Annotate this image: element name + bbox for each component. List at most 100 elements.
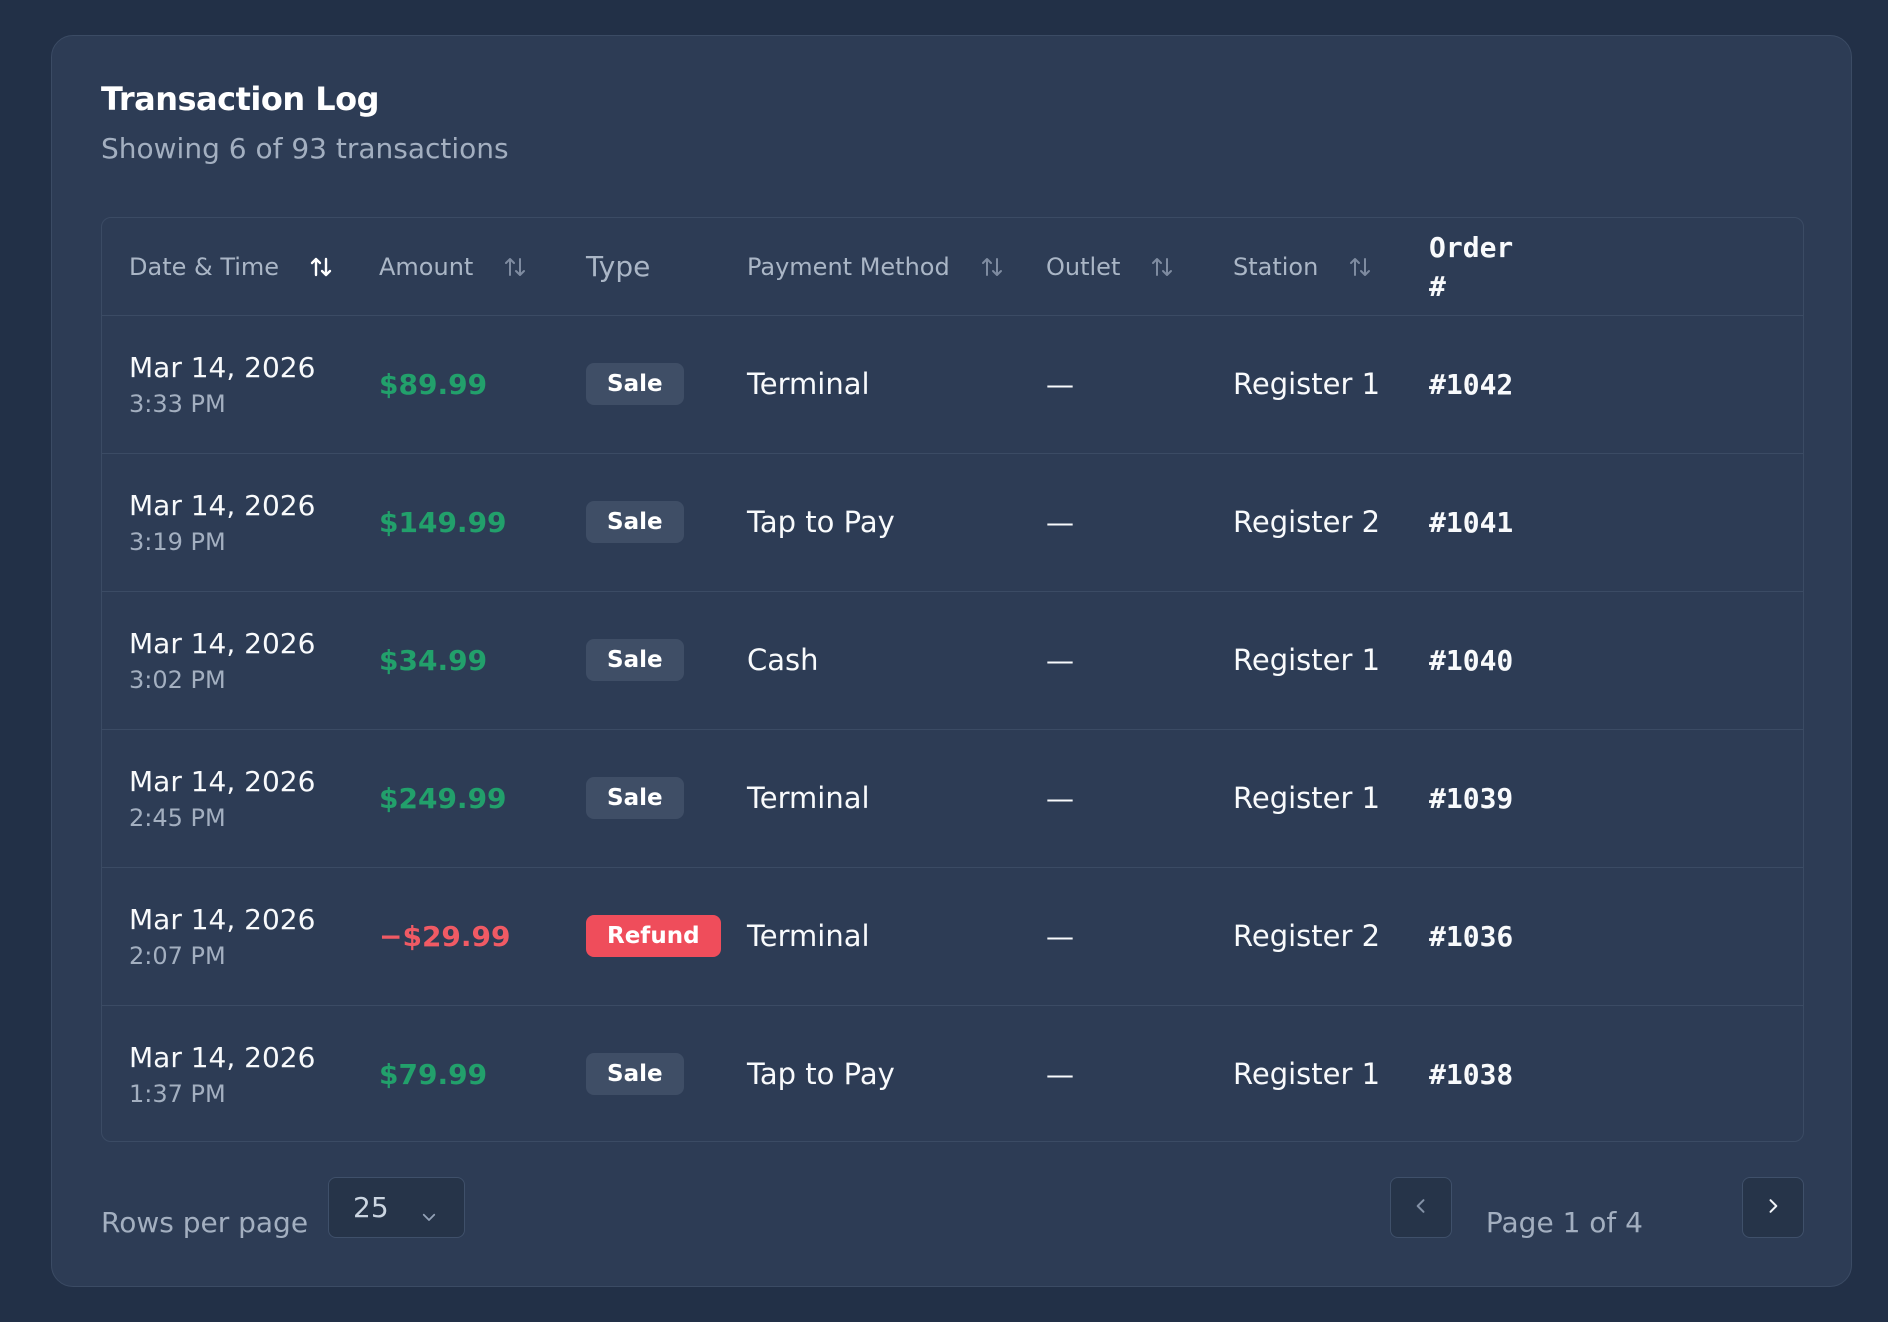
cell-date: Mar 14, 2026 <box>129 902 316 936</box>
column-label-type: Type <box>586 250 651 283</box>
sort-icon[interactable] <box>503 255 527 279</box>
cell-order: #1040 <box>1429 591 1513 729</box>
column-label-outlet: Outlet <box>1046 252 1121 281</box>
order-number: #1040 <box>1429 643 1514 677</box>
type-badge: Sale <box>586 501 684 543</box>
column-header-amount[interactable]: Amount <box>379 218 527 315</box>
cell-method: Terminal <box>747 315 870 453</box>
cell-station: Register 2 <box>1233 453 1380 591</box>
cell-outlet: — <box>1046 591 1074 729</box>
rows-per-page-value: 25 <box>353 1191 389 1224</box>
column-header-method[interactable]: Payment Method <box>747 218 1004 315</box>
cell-datetime: Mar 14, 2026 3:19 PM <box>129 453 315 591</box>
order-number: #1036 <box>1429 919 1514 953</box>
type-badge: Sale <box>586 639 684 681</box>
cell-datetime: Mar 14, 2026 3:02 PM <box>129 591 315 729</box>
cell-station: Register 1 <box>1233 1005 1381 1141</box>
outlet-value: — <box>1046 1057 1074 1091</box>
cell-station: Register 1 <box>1233 729 1380 867</box>
page-title: Transaction Log <box>101 80 380 118</box>
cell-type: Sale <box>586 453 684 591</box>
table-row[interactable]: Mar 14, 2026 1:37 PM $79.99 Sale Tap to Pay —… <box>102 1005 1803 1141</box>
order-number: #1042 <box>1429 367 1514 401</box>
transaction-log-card: Transaction Log Showing 6 of 93 transact… <box>51 35 1852 1287</box>
cell-amount: $249.99 <box>379 729 507 867</box>
sort-active-icon[interactable] <box>309 255 333 279</box>
cell-outlet: — <box>1046 729 1074 867</box>
order-number: #1039 <box>1429 781 1514 815</box>
cell-time: 3:33 PM <box>129 389 226 418</box>
cell-type: Sale <box>586 729 684 867</box>
station-value: Register 1 <box>1233 367 1381 401</box>
cell-type: Sale <box>586 591 684 729</box>
cell-outlet: — <box>1046 867 1074 1005</box>
cell-station: Register 1 <box>1233 591 1380 729</box>
sort-icon[interactable] <box>1348 255 1372 279</box>
order-number: #1041 <box>1429 505 1514 539</box>
station-value: Register 1 <box>1233 1057 1381 1091</box>
cell-order: #1039 <box>1429 729 1513 867</box>
cell-time: 1:37 PM <box>129 1079 226 1108</box>
cell-datetime: Mar 14, 2026 2:45 PM <box>129 729 315 867</box>
method-value: Cash <box>747 643 819 677</box>
outlet-value: — <box>1046 505 1074 539</box>
cell-date: Mar 14, 2026 <box>129 764 316 798</box>
cell-date: Mar 14, 2026 <box>129 488 316 522</box>
column-header-type: Type <box>586 218 650 315</box>
cell-order: #1041 <box>1429 453 1513 591</box>
table-row[interactable]: Mar 14, 2026 3:19 PM $149.99 Sale Tap to Pay… <box>102 453 1803 592</box>
cell-type: Refund <box>586 867 721 1005</box>
cell-time: 2:07 PM <box>129 941 226 970</box>
amount-value: −$29.99 <box>379 919 511 953</box>
column-label-station: Station <box>1233 252 1319 281</box>
sort-icon[interactable] <box>1150 255 1174 279</box>
cell-amount: $89.99 <box>379 315 487 453</box>
order-number: #1038 <box>1429 1057 1514 1091</box>
cell-date: Mar 14, 2026 <box>129 626 316 660</box>
cell-time: 3:02 PM <box>129 665 226 694</box>
amount-value: $79.99 <box>379 1057 488 1091</box>
sort-icon[interactable] <box>980 255 1004 279</box>
table-header: Date & Time Amount Type Payment Method O… <box>102 218 1803 316</box>
cell-type: Sale <box>586 1005 684 1141</box>
cell-station: Register 1 <box>1233 315 1380 453</box>
cell-order: #1036 <box>1429 867 1513 1005</box>
station-value: Register 1 <box>1233 643 1381 677</box>
cell-datetime: Mar 14, 2026 3:33 PM <box>129 315 315 453</box>
cell-amount: $79.99 <box>379 1005 488 1141</box>
type-badge: Sale <box>586 1053 684 1095</box>
table-row[interactable]: Mar 14, 2026 3:02 PM $34.99 Sale Cash — Regist… <box>102 591 1803 730</box>
method-value: Terminal <box>747 919 870 953</box>
rows-per-page-select[interactable]: 25 <box>328 1177 465 1238</box>
prev-page-button[interactable] <box>1390 1177 1452 1238</box>
cell-date: Mar 14, 2026 <box>129 350 316 384</box>
column-header-station[interactable]: Station <box>1233 218 1372 315</box>
cell-amount: $149.99 <box>379 453 507 591</box>
chevron-left-icon <box>1411 1196 1431 1220</box>
chevron-down-icon <box>420 1200 438 1233</box>
cell-method: Tap to Pay <box>747 1005 895 1141</box>
column-header-date[interactable]: Date & Time <box>129 218 333 315</box>
cell-order: #1042 <box>1429 315 1513 453</box>
station-value: Register 1 <box>1233 781 1381 815</box>
amount-value: $249.99 <box>379 781 507 815</box>
column-header-outlet[interactable]: Outlet <box>1046 218 1174 315</box>
cell-time: 2:45 PM <box>129 803 226 832</box>
cell-datetime: Mar 14, 2026 2:07 PM <box>129 867 315 1005</box>
next-page-button[interactable] <box>1742 1177 1804 1238</box>
cell-order: #1038 <box>1429 1005 1514 1141</box>
table-row[interactable]: Mar 14, 2026 3:33 PM $89.99 Sale Terminal — Re… <box>102 315 1803 454</box>
cell-date: Mar 14, 2026 <box>129 1040 316 1074</box>
station-value: Register 2 <box>1233 919 1381 953</box>
cell-time: 3:19 PM <box>129 527 226 556</box>
column-label-amount: Amount <box>379 252 474 281</box>
table-row[interactable]: Mar 14, 2026 2:45 PM $249.99 Sale Terminal — R… <box>102 729 1803 868</box>
pagination-info: Page 1 of 4 <box>1485 1206 1643 1239</box>
amount-value: $89.99 <box>379 367 488 401</box>
cell-outlet: — <box>1046 453 1074 591</box>
outlet-value: — <box>1046 919 1074 953</box>
type-badge: Sale <box>586 363 684 405</box>
table-row[interactable]: Mar 14, 2026 2:07 PM −$29.99 Refund Terminal… <box>102 867 1803 1006</box>
cell-method: Tap to Pay <box>747 453 895 591</box>
method-value: Tap to Pay <box>747 1057 895 1091</box>
